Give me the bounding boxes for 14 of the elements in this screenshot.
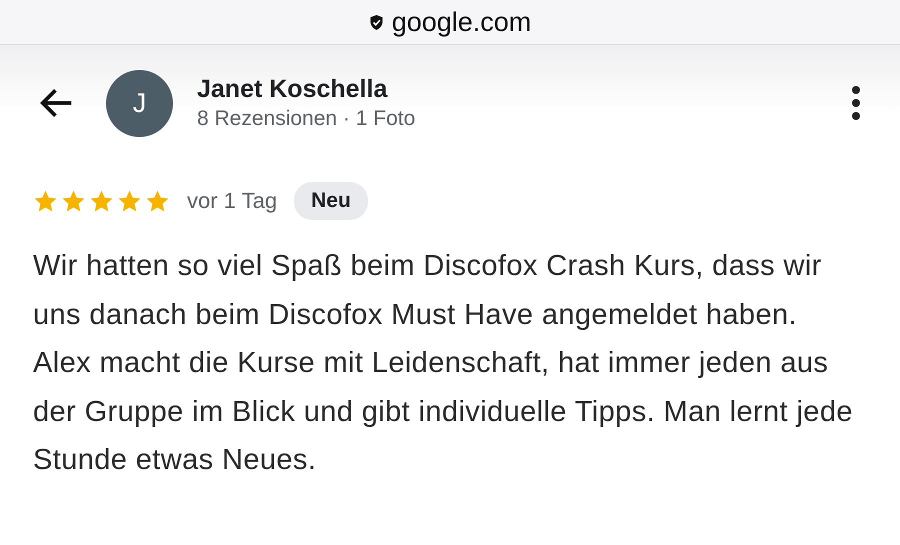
star-icon (89, 188, 114, 214)
star-icon (33, 188, 58, 214)
reviewer-stats: 8 Rezensionen · 1 Foto (197, 107, 416, 131)
new-badge: Neu (294, 182, 368, 220)
reviewer-name: Janet Koschella (197, 75, 388, 104)
review-text: Wir hatten so viel Spaß beim Discofox Crash Kurs, dass wir uns danach beim Discofox Must Have angemeldet haben. (33, 249, 823, 332)
url-text[interactable]: google.com (392, 6, 532, 38)
star-icon (145, 188, 170, 214)
more-icon[interactable] (852, 86, 860, 120)
review-time: vor 1 Tag (187, 188, 278, 214)
star-icon (117, 188, 142, 214)
star-icon (61, 188, 86, 214)
review-text: Alex macht die Kurse mit Leidenschaft, hat immer jeden aus der Gruppe im Blick und gibt individuelle Tipps. Man lernt jede Stunde etwas Neues. (33, 346, 854, 478)
avatar: J (106, 70, 173, 136)
